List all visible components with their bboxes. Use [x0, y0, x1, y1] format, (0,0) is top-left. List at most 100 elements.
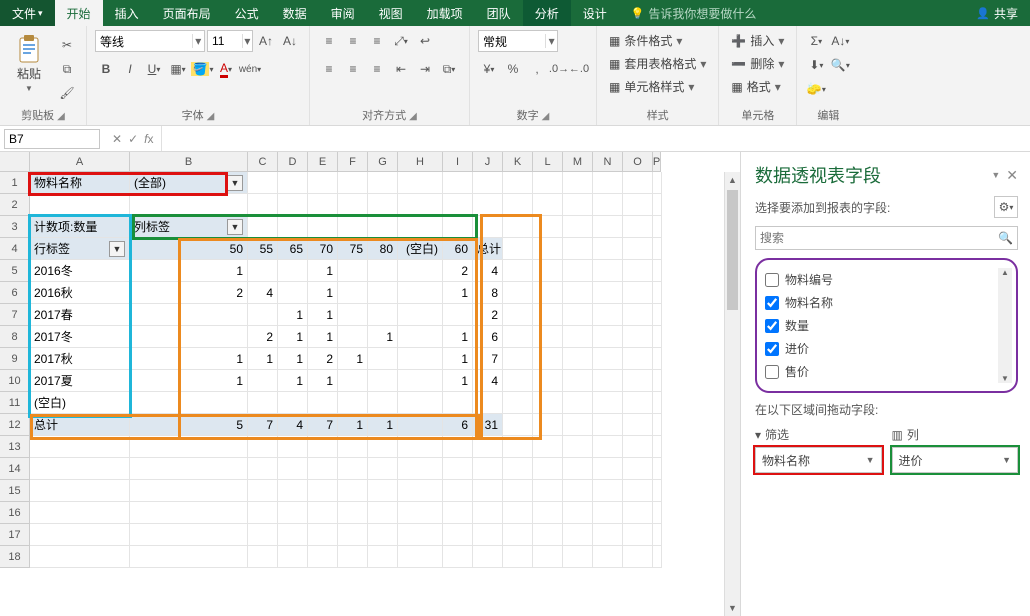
filter-dropdown[interactable]: ▼	[109, 241, 125, 257]
inc-decimal-button[interactable]: .0→	[550, 60, 568, 78]
cell[interactable]	[593, 546, 623, 568]
cell[interactable]	[503, 524, 533, 546]
cell[interactable]	[503, 326, 533, 348]
cell[interactable]	[338, 370, 368, 392]
cell[interactable]	[368, 304, 398, 326]
field-checkbox[interactable]	[765, 365, 779, 379]
cell[interactable]	[278, 172, 308, 194]
cell[interactable]	[593, 458, 623, 480]
row-header-13[interactable]: 13	[0, 436, 30, 458]
cell[interactable]	[563, 326, 593, 348]
cell[interactable]	[473, 436, 503, 458]
cell[interactable]	[533, 524, 563, 546]
cell[interactable]	[398, 480, 443, 502]
cell[interactable]: 1	[308, 370, 338, 392]
cell[interactable]	[473, 546, 503, 568]
col-header-L[interactable]: L	[533, 152, 563, 172]
cell[interactable]: 1	[368, 326, 398, 348]
cell[interactable]	[398, 414, 443, 436]
cell[interactable]	[653, 458, 662, 480]
cell[interactable]	[308, 480, 338, 502]
tab-addin[interactable]: 加载项	[415, 0, 475, 26]
insert-cells-button[interactable]: ➕插入▾	[727, 30, 788, 51]
row-header-1[interactable]: 1	[0, 172, 30, 194]
cell[interactable]	[30, 546, 130, 568]
cell[interactable]	[533, 392, 563, 414]
tell-me[interactable]: 告诉我你想要做什么	[619, 0, 769, 26]
cell[interactable]	[593, 392, 623, 414]
cell[interactable]	[398, 392, 443, 414]
cell[interactable]	[563, 480, 593, 502]
cell[interactable]	[563, 194, 593, 216]
cell[interactable]	[398, 546, 443, 568]
cell[interactable]	[368, 172, 398, 194]
cell[interactable]	[30, 458, 130, 480]
field-checkbox[interactable]	[765, 273, 779, 287]
cell[interactable]	[473, 458, 503, 480]
cell[interactable]	[653, 194, 662, 216]
cell[interactable]	[653, 392, 662, 414]
row-header-11[interactable]: 11	[0, 392, 30, 414]
cell[interactable]	[623, 194, 653, 216]
cell[interactable]: 物料名称	[30, 172, 130, 194]
cell[interactable]	[278, 260, 308, 282]
fill-color-button[interactable]: 🪣▾	[191, 58, 213, 80]
cell[interactable]: 4	[473, 370, 503, 392]
cell[interactable]	[368, 370, 398, 392]
cell[interactable]	[278, 436, 308, 458]
cell[interactable]: 1	[278, 370, 308, 392]
cell[interactable]	[653, 282, 662, 304]
cell[interactable]	[533, 458, 563, 480]
cell[interactable]	[503, 216, 533, 238]
cell[interactable]	[248, 260, 278, 282]
cell[interactable]	[278, 480, 308, 502]
cell[interactable]	[653, 260, 662, 282]
cell[interactable]	[248, 458, 278, 480]
cell[interactable]	[338, 458, 368, 480]
tab-data[interactable]: 数据	[271, 0, 319, 26]
cell[interactable]	[368, 216, 398, 238]
cell[interactable]: 2017夏	[30, 370, 130, 392]
worksheet[interactable]: ABCDEFGHIJKLMNOP 12345678910111213141516…	[0, 152, 740, 616]
select-all-corner[interactable]	[0, 152, 30, 172]
cell[interactable]: 65	[278, 238, 308, 260]
cell[interactable]	[130, 458, 248, 480]
cell[interactable]: 1	[130, 348, 248, 370]
align-launcher[interactable]: ◢	[409, 111, 417, 122]
cell[interactable]	[130, 524, 248, 546]
cell[interactable]	[533, 172, 563, 194]
cell[interactable]	[338, 436, 368, 458]
cell[interactable]	[563, 414, 593, 436]
row-header-12[interactable]: 12	[0, 414, 30, 436]
cell[interactable]	[338, 216, 368, 238]
cell[interactable]: 1	[308, 304, 338, 326]
cell[interactable]	[248, 502, 278, 524]
cell[interactable]	[533, 260, 563, 282]
field-checkbox[interactable]	[765, 342, 779, 356]
cell[interactable]: 2	[443, 260, 473, 282]
cell[interactable]	[593, 260, 623, 282]
row-header-3[interactable]: 3	[0, 216, 30, 238]
cell[interactable]: 1	[338, 348, 368, 370]
cell[interactable]	[368, 436, 398, 458]
cell[interactable]	[533, 238, 563, 260]
row-header-7[interactable]: 7	[0, 304, 30, 326]
field-item[interactable]: 数量	[763, 314, 1010, 337]
cell[interactable]	[30, 480, 130, 502]
tab-design[interactable]: 设计	[571, 0, 619, 26]
cell[interactable]	[623, 238, 653, 260]
cell[interactable]	[398, 458, 443, 480]
cell[interactable]	[248, 480, 278, 502]
cell[interactable]	[308, 524, 338, 546]
col-header-B[interactable]: B	[130, 152, 248, 172]
cell[interactable]	[278, 546, 308, 568]
cell[interactable]	[563, 260, 593, 282]
field-search-input[interactable]: 🔍	[755, 226, 1018, 250]
cell[interactable]	[338, 392, 368, 414]
cell[interactable]	[308, 458, 338, 480]
cell[interactable]	[443, 480, 473, 502]
cell[interactable]	[593, 326, 623, 348]
cell[interactable]: 55	[248, 238, 278, 260]
cell[interactable]	[623, 172, 653, 194]
row-header-2[interactable]: 2	[0, 194, 30, 216]
